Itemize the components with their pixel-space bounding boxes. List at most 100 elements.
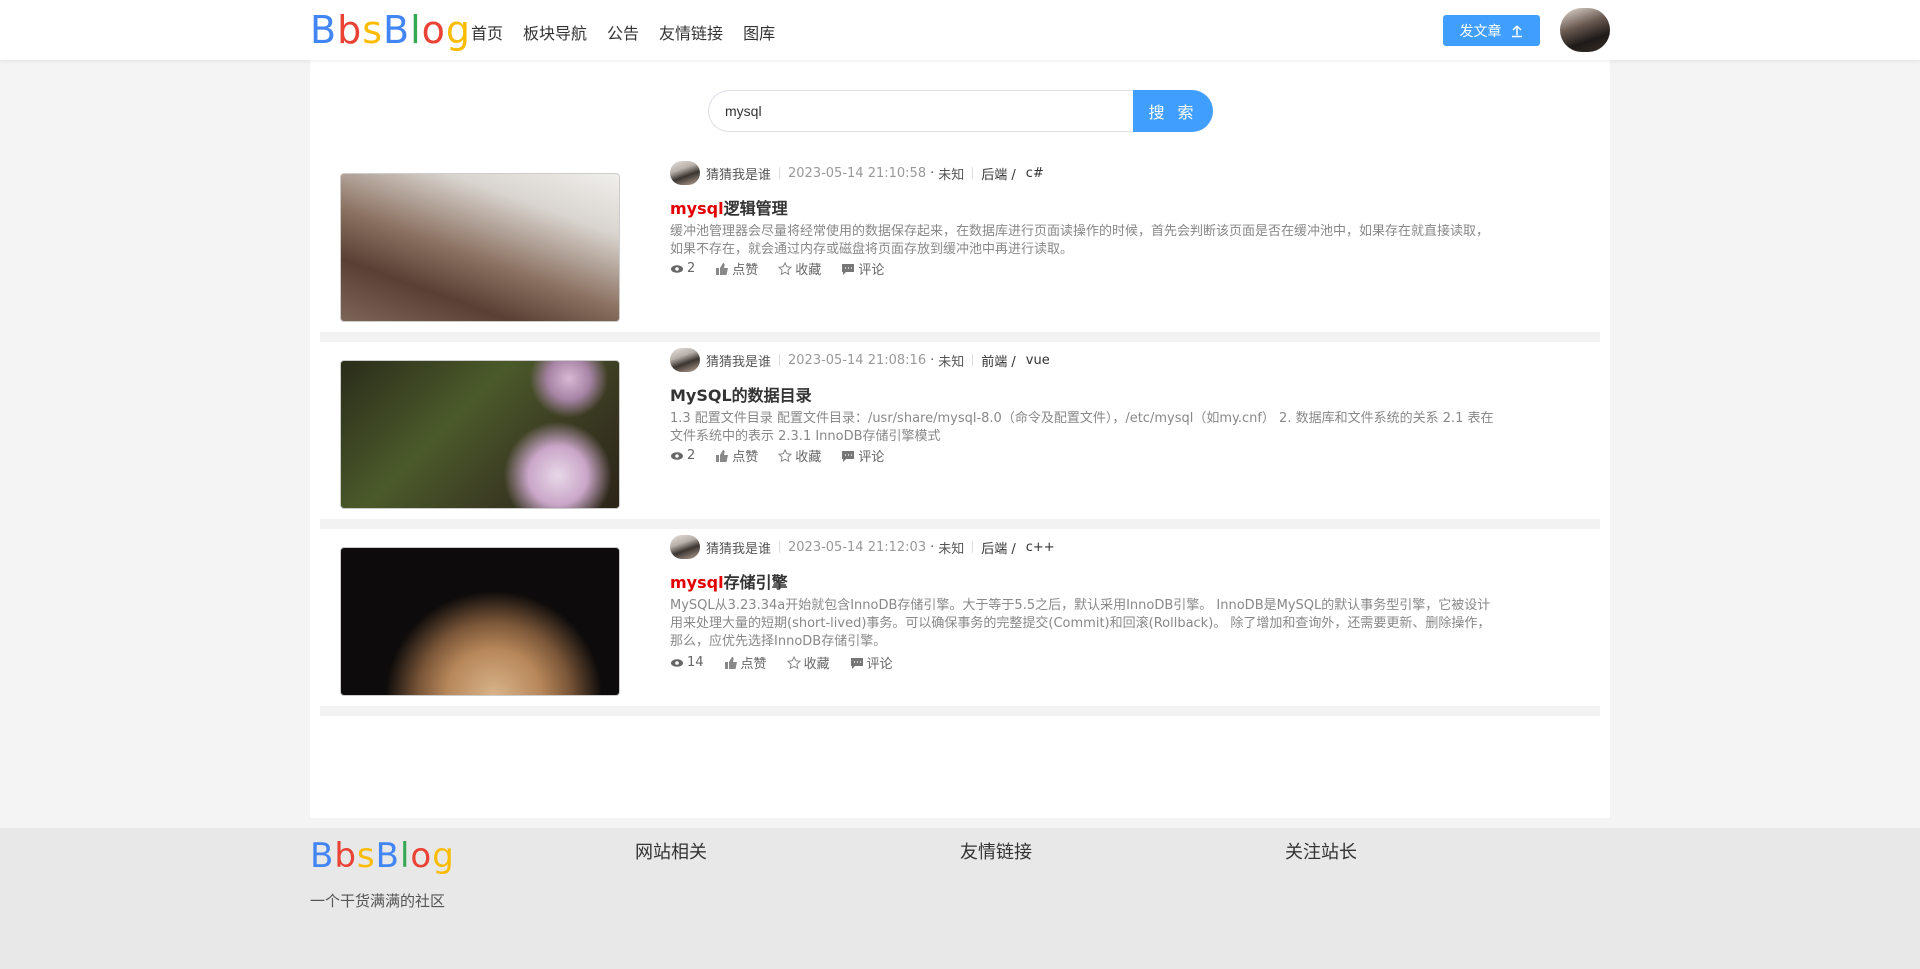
article-item[interactable]: 猜猜我是谁 2023-05-14 21:10:58 · 未知 后端 / c# m… — [320, 155, 1600, 342]
post-date: 2023-05-14 21:08:16 — [788, 352, 927, 368]
collect-label: 收藏 — [795, 450, 822, 465]
dot-separator: · — [930, 352, 935, 368]
like-label: 点赞 — [732, 263, 759, 278]
collect-button[interactable]: 收藏 — [778, 259, 821, 278]
article-meta: 猜猜我是谁 2023-05-14 21:12:03 · 未知 后端 / c++ — [670, 535, 1055, 559]
search-button[interactable]: 搜 索 — [1133, 90, 1213, 132]
comment-icon — [850, 657, 863, 669]
article-summary: MySQL从3.23.34a开始就包含InnoDB存储引擎。大于等于5.5之后，… — [670, 598, 1491, 649]
comment-icon — [842, 263, 855, 275]
site-logo[interactable]: BbsBlog — [310, 8, 471, 52]
author-name[interactable]: 猜猜我是谁 — [706, 164, 771, 183]
nav-item-notice[interactable]: 公告 — [607, 20, 639, 44]
logo-letter: o — [410, 836, 433, 876]
post-category[interactable]: 后端 / — [981, 164, 1016, 183]
post-article-label: 发文章 — [1459, 23, 1502, 40]
logo-letter: B — [310, 836, 335, 876]
eye-icon — [671, 658, 683, 667]
views-value: 2 — [687, 448, 696, 463]
comment-label: 评论 — [866, 657, 893, 672]
post-tag[interactable]: vue — [1026, 353, 1050, 368]
article-stats: 2 点赞 收藏 评论 — [670, 259, 884, 278]
post-date: 2023-05-14 21:12:03 — [788, 539, 927, 555]
comment-button[interactable]: 评论 — [850, 653, 893, 672]
views-count: 2 — [670, 261, 695, 276]
like-label: 点赞 — [732, 450, 759, 465]
post-category[interactable]: 后端 / — [981, 538, 1016, 557]
views-value: 14 — [687, 655, 704, 670]
logo-letter: g — [432, 836, 455, 876]
dot-separator: · — [930, 165, 935, 181]
post-tag[interactable]: c++ — [1026, 540, 1055, 555]
author-avatar[interactable] — [670, 535, 700, 559]
post-article-button[interactable]: 发文章 — [1443, 15, 1540, 46]
article-meta: 猜猜我是谁 2023-05-14 21:10:58 · 未知 后端 / c# — [670, 161, 1044, 185]
divider — [779, 541, 781, 553]
author-avatar[interactable] — [670, 161, 700, 185]
article-thumbnail[interactable] — [340, 547, 620, 696]
logo-letter: l — [399, 836, 411, 876]
article-title[interactable]: MySQL的数据目录 — [670, 382, 812, 406]
comment-button[interactable]: 评论 — [841, 446, 884, 465]
main-nav: 首页 板块导航 公告 友情链接 图库 — [471, 20, 775, 44]
article-title[interactable]: mysql逻辑管理 — [670, 195, 788, 219]
nav-item-sections[interactable]: 板块导航 — [523, 20, 587, 44]
footer-logo[interactable]: BbsBlog — [310, 836, 455, 876]
star-icon — [778, 448, 793, 462]
dot-separator: · — [930, 539, 935, 555]
footer-col-follow: 关注站长 — [1285, 842, 1357, 863]
eye-icon — [671, 451, 683, 460]
collect-button[interactable]: 收藏 — [778, 446, 821, 465]
comment-label: 评论 — [858, 450, 885, 465]
search-input[interactable] — [708, 90, 1133, 132]
title-text: 逻辑管理 — [723, 199, 788, 218]
article-stats: 14 点赞 收藏 评论 — [670, 653, 893, 672]
search-bar: 搜 索 — [708, 90, 1213, 132]
like-button[interactable]: 点赞 — [724, 653, 767, 672]
article-meta: 猜猜我是谁 2023-05-14 21:08:16 · 未知 前端 / vue — [670, 348, 1050, 372]
article-thumbnail[interactable] — [340, 173, 620, 322]
post-location: 未知 — [938, 167, 965, 183]
collect-button[interactable]: 收藏 — [786, 653, 830, 672]
star-icon — [786, 655, 801, 669]
like-button[interactable]: 点赞 — [715, 446, 758, 465]
title-highlight: mysql — [670, 199, 724, 218]
post-tag[interactable]: c# — [1026, 166, 1044, 181]
logo-letter: s — [356, 836, 376, 876]
title-highlight: mysql — [670, 573, 724, 592]
logo-letter: b — [337, 8, 363, 52]
author-name[interactable]: 猜猜我是谁 — [706, 351, 771, 370]
logo-letter: o — [421, 8, 446, 52]
comment-button[interactable]: 评论 — [841, 259, 884, 278]
like-button[interactable]: 点赞 — [715, 259, 758, 278]
post-date: 2023-05-14 21:10:58 — [788, 165, 927, 181]
divider — [972, 541, 974, 553]
thumbs-up-icon — [716, 449, 729, 462]
logo-letter: B — [310, 8, 338, 52]
article-title[interactable]: mysql存储引擎 — [670, 569, 788, 593]
article-thumbnail[interactable] — [340, 360, 620, 509]
thumbs-up-icon — [724, 656, 737, 669]
article-summary: 缓冲池管理器会尽量将经常使用的数据保存起来，在数据库进行页面读操作的时候，首先会… — [670, 224, 1490, 257]
comment-icon — [842, 450, 855, 462]
title-text: 存储引擎 — [723, 573, 788, 592]
post-category[interactable]: 前端 / — [981, 351, 1016, 370]
article-item[interactable]: 猜猜我是谁 2023-05-14 21:08:16 · 未知 前端 / vue … — [320, 342, 1600, 529]
footer-col-site: 网站相关 — [635, 842, 707, 863]
user-avatar[interactable] — [1560, 8, 1610, 52]
upload-icon — [1511, 24, 1522, 37]
author-avatar[interactable] — [670, 348, 700, 372]
nav-item-links[interactable]: 友情链接 — [659, 20, 723, 44]
post-location: 未知 — [938, 541, 965, 557]
article-item[interactable]: 猜猜我是谁 2023-05-14 21:12:03 · 未知 后端 / c++ … — [320, 529, 1600, 716]
like-label: 点赞 — [740, 657, 767, 672]
divider — [972, 354, 974, 366]
nav-item-gallery[interactable]: 图库 — [743, 20, 775, 44]
nav-item-home[interactable]: 首页 — [471, 20, 503, 44]
collect-label: 收藏 — [795, 263, 822, 278]
article-summary: 1.3 配置文件目录 配置文件目录：/usr/share/mysql-8.0（命… — [670, 411, 1494, 444]
logo-letter: B — [383, 8, 411, 52]
divider — [779, 354, 781, 366]
author-name[interactable]: 猜猜我是谁 — [706, 538, 771, 557]
divider — [779, 167, 781, 179]
